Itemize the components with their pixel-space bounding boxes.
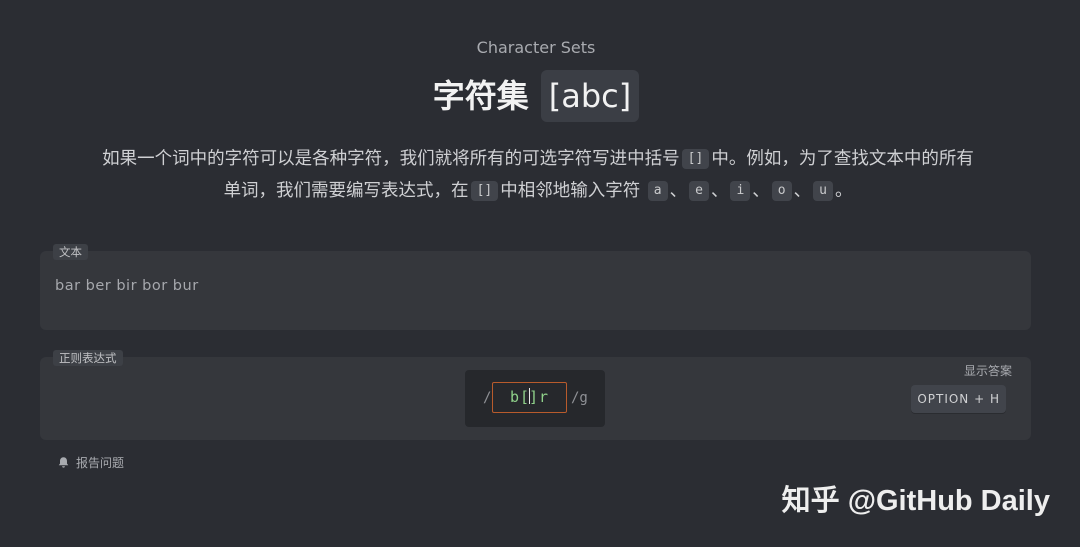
regex-editor: / b[]r /g: [465, 370, 605, 427]
lesson-title-badge: [abc]: [540, 70, 640, 122]
regex-panel-label: 正则表达式: [53, 350, 123, 366]
report-issue-link[interactable]: 报告问题: [57, 454, 124, 471]
lesson-description: 如果一个词中的字符可以是各种字符，我们就将所有的可选字符写进中括号[] 中。例如，…: [30, 143, 1046, 207]
regex-panel: 正则表达式 / b[]r /g 显示答案 OPTION + H: [40, 350, 1031, 440]
description-text: 如果一个词中的字符可以是各种字符，我们就将所有的可选字符写进中括号: [102, 149, 680, 169]
code-chip-u: u: [813, 181, 833, 201]
show-answer-button[interactable]: OPTION + H: [911, 385, 1006, 413]
lesson-subtitle: Character Sets: [476, 38, 596, 57]
code-chip: []: [470, 181, 499, 201]
sample-text: bar ber bir bor bur: [55, 278, 199, 294]
show-answer-label: 显示答案: [963, 364, 1012, 378]
separator: 、: [793, 181, 812, 201]
report-issue-label: 报告问题: [76, 456, 125, 470]
regex-value-start: b[: [509, 388, 530, 406]
code-chip-e: e: [689, 181, 709, 201]
separator: 、: [669, 181, 688, 201]
lesson-title: 字符集: [432, 77, 529, 115]
text-panel: 文本 bar ber bir bor bur: [40, 244, 1031, 330]
separator: 、: [752, 181, 770, 201]
code-chip-o: o: [771, 181, 792, 201]
lesson-title-row: 字符集 [abc]: [0, 70, 1072, 122]
regex-value-end: ]r: [529, 388, 550, 406]
page: Character Sets 字符集 [abc] 如果一个词中的字符可以是各种字…: [0, 0, 1080, 547]
code-chip: []: [681, 149, 710, 169]
code-chip-a: a: [647, 181, 668, 201]
description-text: 单词，我们需要编写表达式，在: [223, 181, 469, 201]
text-panel-label: 文本: [53, 244, 88, 260]
bell-icon: [58, 457, 69, 468]
separator: 、: [710, 181, 729, 201]
watermark: 知乎 @GitHub Daily: [781, 485, 1050, 517]
regex-open-slash: /: [483, 390, 492, 406]
description-text: 中。例如，为了查找文本中的所有: [711, 149, 974, 169]
regex-input[interactable]: b[]r: [492, 382, 567, 413]
description-text: 中相邻地输入字符: [500, 181, 641, 201]
sentence-end: 。: [834, 181, 853, 201]
regex-flags: /g: [571, 390, 588, 406]
code-chip-i: i: [730, 181, 751, 201]
